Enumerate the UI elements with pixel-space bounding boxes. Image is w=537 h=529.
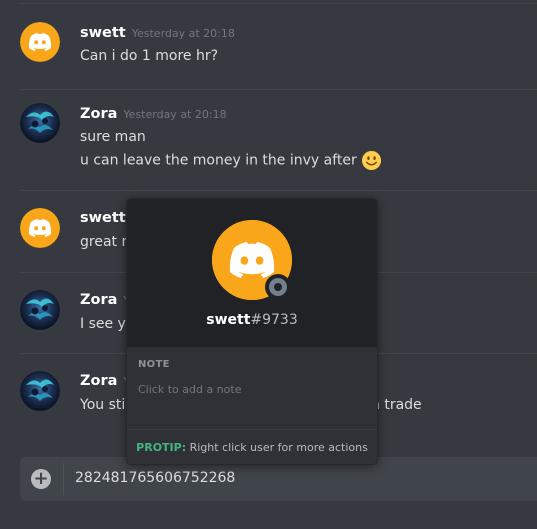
message-input[interactable]: 282481765606752268 <box>75 470 235 486</box>
offline-status-icon <box>265 274 291 300</box>
user-avatar-image <box>20 103 60 143</box>
note-input[interactable]: Click to add a note <box>138 383 241 396</box>
message-divider <box>20 89 537 90</box>
message-timestamp: Yesterday at 20:18 <box>131 27 235 40</box>
message-text: You stil <box>80 397 130 413</box>
message-text: sure man <box>80 129 146 145</box>
message-author[interactable]: Zora Yesterday at 20:18 <box>80 106 227 122</box>
message-text: n trade <box>371 397 422 413</box>
message-author[interactable]: swett Yesterday at 20:18 <box>80 25 235 41</box>
slightly-smiling-face-icon[interactable] <box>361 150 382 171</box>
user-avatar-image <box>20 371 60 411</box>
avatar[interactable] <box>20 22 60 62</box>
popout-discriminator: #9733 <box>250 312 298 328</box>
user-profile-popout: swett#9733 NOTE Click to add a note PROT… <box>126 198 378 465</box>
protip-label: PROTIP: <box>136 441 187 454</box>
popout-username[interactable]: swett#9733 <box>127 312 377 328</box>
avatar[interactable] <box>20 290 60 330</box>
avatar[interactable] <box>20 103 60 143</box>
avatar[interactable] <box>20 208 60 248</box>
message-text: u can leave the money in the invy after <box>80 150 382 171</box>
top-divider <box>20 3 537 4</box>
discord-logo-icon <box>20 208 60 248</box>
discord-logo-icon <box>20 22 60 62</box>
upload-plus-icon[interactable]: + <box>31 469 51 489</box>
note-label: NOTE <box>138 359 170 370</box>
popout-divider <box>127 429 377 430</box>
user-avatar-image <box>20 290 60 330</box>
input-separator <box>63 463 64 495</box>
message-timestamp: Yesterday at 20:18 <box>123 108 227 121</box>
message-divider <box>20 190 537 191</box>
message-text: Can i do 1 more hr? <box>80 48 219 64</box>
avatar[interactable] <box>20 371 60 411</box>
protip-text: PROTIP: Right click user for more action… <box>136 441 368 454</box>
